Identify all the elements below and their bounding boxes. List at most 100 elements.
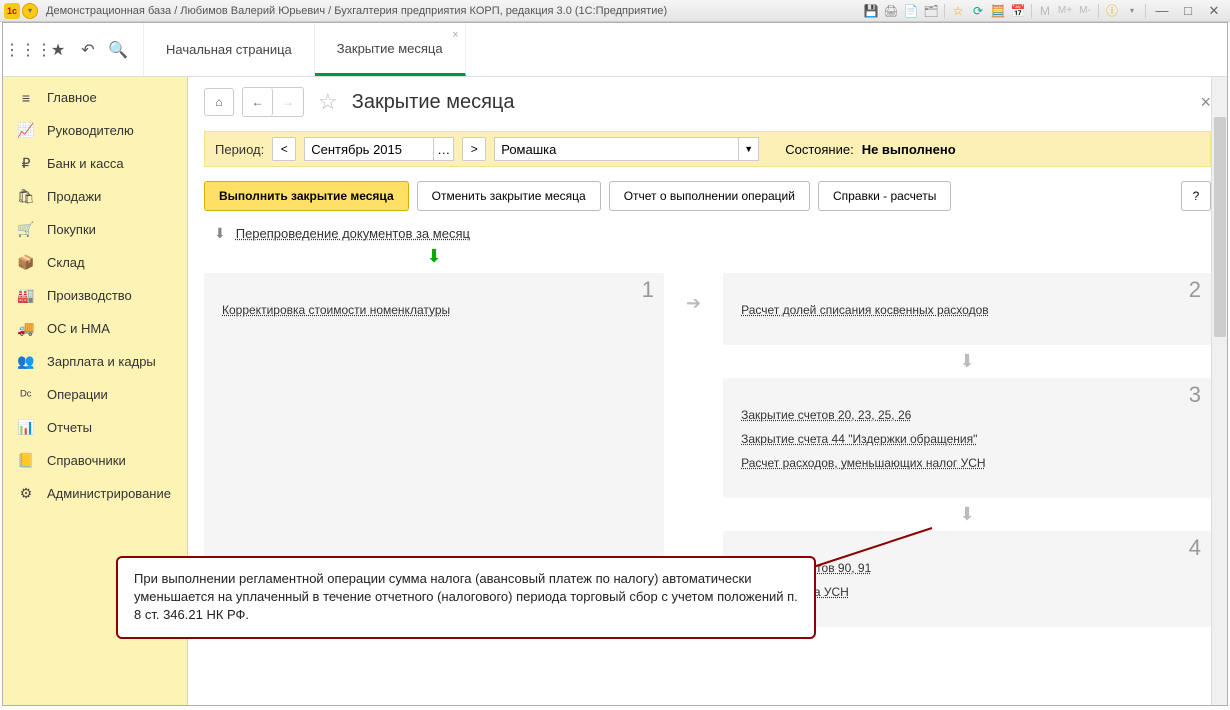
titlebar: 1c ▾ Демонстрационная база / Любимов Вал… <box>0 0 1230 22</box>
home-button[interactable]: ⌂ <box>204 88 234 116</box>
period-field[interactable]: Сентябрь 2015 <box>304 137 434 161</box>
m-minus-icon[interactable]: M- <box>1076 2 1094 20</box>
info-icon[interactable]: ⓘ <box>1103 2 1121 20</box>
references-calculations-button[interactable]: Справки - расчеты <box>818 181 951 211</box>
sidebar-label: Операции <box>47 387 108 402</box>
sidebar-item-references[interactable]: 📒 Справочники <box>3 444 187 477</box>
sidebar-item-bank[interactable]: ₽ Банк и касса <box>3 147 187 180</box>
tab-start-page[interactable]: Начальная страница <box>144 23 315 76</box>
tabs-bar: ⋮⋮⋮ ★ ↶ 🔍 Начальная страница Закрытие ме… <box>3 23 1227 77</box>
green-down-arrow-icon: ⬇ <box>204 246 664 267</box>
m-icon[interactable]: M <box>1036 2 1054 20</box>
apps-grid-icon[interactable]: ⋮⋮⋮ <box>13 35 43 65</box>
forward-button[interactable]: → <box>273 88 303 116</box>
search-icon[interactable]: 🔍 <box>103 35 133 65</box>
favorite-page-icon[interactable]: ☆ <box>318 89 338 115</box>
step-2-link-0[interactable]: Расчет долей списания косвенных расходов <box>741 303 1193 317</box>
sidebar-label: ОС и НМА <box>47 321 110 336</box>
vertical-scrollbar[interactable] <box>1211 77 1227 705</box>
app-menu-dropdown[interactable]: ▾ <box>22 3 38 19</box>
step-3-block: 3 Закрытие счетов 20, 23, 25, 26 Закрыти… <box>723 378 1211 498</box>
sidebar-item-reports[interactable]: 📊 Отчеты <box>3 411 187 444</box>
sidebar-label: Продажи <box>47 189 101 204</box>
step-3-link-1[interactable]: Закрытие счета 44 "Издержки обращения" <box>741 432 1193 446</box>
sidebar-item-production[interactable]: 🏭 Производство <box>3 279 187 312</box>
close-page-button[interactable]: × <box>1200 92 1211 113</box>
sidebar-label: Справочники <box>47 453 126 468</box>
step-number: 1 <box>642 277 654 303</box>
tab-start-label: Начальная страница <box>166 42 292 57</box>
history-back-icon[interactable]: ↶ <box>73 35 103 65</box>
close-window-button[interactable]: ✕ <box>1202 2 1226 20</box>
main-icon: ≡ <box>17 90 35 106</box>
factory-icon: 🏭 <box>17 287 35 304</box>
tab-month-closing[interactable]: Закрытие месяца × <box>315 23 466 76</box>
gear-icon: ⚙ <box>17 485 35 502</box>
callout-note: При выполнении регламентной операции сум… <box>116 556 816 639</box>
info-dropdown-icon[interactable]: ▾ <box>1123 2 1141 20</box>
sidebar-item-salary[interactable]: 👥Зарплата и кадры <box>3 345 187 378</box>
operations-report-button[interactable]: Отчет о выполнении операций <box>609 181 810 211</box>
calendar-icon[interactable]: 📅 <box>1009 2 1027 20</box>
m-plus-icon[interactable]: M+ <box>1056 2 1074 20</box>
repost-documents-link[interactable]: Перепроведение документов за месяц <box>236 226 470 241</box>
period-prev-button[interactable]: < <box>272 137 296 161</box>
calculator-icon[interactable]: 🧮 <box>989 2 1007 20</box>
sidebar-label: Руководителю <box>47 123 134 138</box>
step-3-link-0[interactable]: Закрытие счетов 20, 23, 25, 26 <box>741 408 1193 422</box>
ruble-icon: ₽ <box>17 155 35 172</box>
status-label: Состояние: <box>785 142 853 157</box>
cart-icon: 🛒 <box>17 221 35 238</box>
maximize-button[interactable]: □ <box>1176 2 1200 20</box>
period-select-button[interactable]: … <box>434 137 454 161</box>
document-icon[interactable]: 📄 <box>902 2 920 20</box>
period-next-button[interactable]: > <box>462 137 486 161</box>
bars-icon: 📊 <box>17 419 35 436</box>
print-icon[interactable]: 🖨 <box>882 2 900 20</box>
status-value: Не выполнено <box>862 142 956 157</box>
history-icon[interactable]: ⟳ <box>969 2 987 20</box>
book-icon: 📒 <box>17 452 35 469</box>
bag-icon: 🛍 <box>17 188 35 205</box>
sidebar-item-main[interactable]: ≡Главное <box>3 81 187 114</box>
window-title: Демонстрационная база / Любимов Валерий … <box>46 5 862 17</box>
sidebar-item-assets[interactable]: 🚚 ОС и НМА <box>3 312 187 345</box>
step-1-link-0[interactable]: Корректировка стоимости номенклатуры <box>222 303 646 317</box>
app-logo-icon: 1c <box>4 3 20 19</box>
sidebar-label: Производство <box>47 288 132 303</box>
organization-field[interactable]: Ромашка <box>494 137 739 161</box>
down-arrow-icon: ⬇ <box>723 504 1211 525</box>
back-button[interactable]: ← <box>243 88 273 116</box>
cancel-closing-button[interactable]: Отменить закрытие месяца <box>417 181 601 211</box>
step-1-block: 1 Корректировка стоимости номенклатуры <box>204 273 664 583</box>
organization-dropdown-button[interactable]: ▼ <box>739 137 759 161</box>
minimize-button[interactable]: — <box>1150 2 1174 20</box>
box-icon: 📦 <box>17 254 35 271</box>
sidebar-item-operations[interactable]: ᴰᶜ Операции <box>3 378 187 411</box>
callout-text: При выполнении регламентной операции сум… <box>134 571 798 622</box>
truck-icon: 🚚 <box>17 320 35 337</box>
sidebar-label: Зарплата и кадры <box>47 354 156 369</box>
step-3-link-2[interactable]: Расчет расходов, уменьшающих налог УСН <box>741 456 1193 470</box>
step-2-block: 2 Расчет долей списания косвенных расход… <box>723 273 1211 345</box>
sidebar-label: Администрирование <box>47 486 171 501</box>
dc-icon: ᴰᶜ <box>17 387 35 403</box>
sidebar-item-admin[interactable]: ⚙ Администрирование <box>3 477 187 510</box>
compare-icon[interactable]: 🗂 <box>922 2 940 20</box>
execute-closing-button[interactable]: Выполнить закрытие месяца <box>204 181 409 211</box>
step-number: 2 <box>1189 277 1201 303</box>
help-button[interactable]: ? <box>1181 181 1211 211</box>
chart-icon: 📈 <box>17 122 35 139</box>
sidebar-label: Банк и касса <box>47 156 124 171</box>
favorite-icon[interactable]: ☆ <box>949 2 967 20</box>
down-arrow-icon: ⬇ <box>214 225 226 242</box>
sidebar-item-purchases[interactable]: 🛒Покупки <box>3 213 187 246</box>
sidebar-item-warehouse[interactable]: 📦Склад <box>3 246 187 279</box>
sidebar-label: Отчеты <box>47 420 92 435</box>
favorites-star-icon[interactable]: ★ <box>43 35 73 65</box>
close-tab-icon[interactable]: × <box>452 29 458 41</box>
sidebar-item-sales[interactable]: 🛍 Продажи <box>3 180 187 213</box>
page-title: Закрытие месяца <box>352 91 515 114</box>
save-icon[interactable]: 💾 <box>862 2 880 20</box>
sidebar-item-manager[interactable]: 📈 Руководителю <box>3 114 187 147</box>
